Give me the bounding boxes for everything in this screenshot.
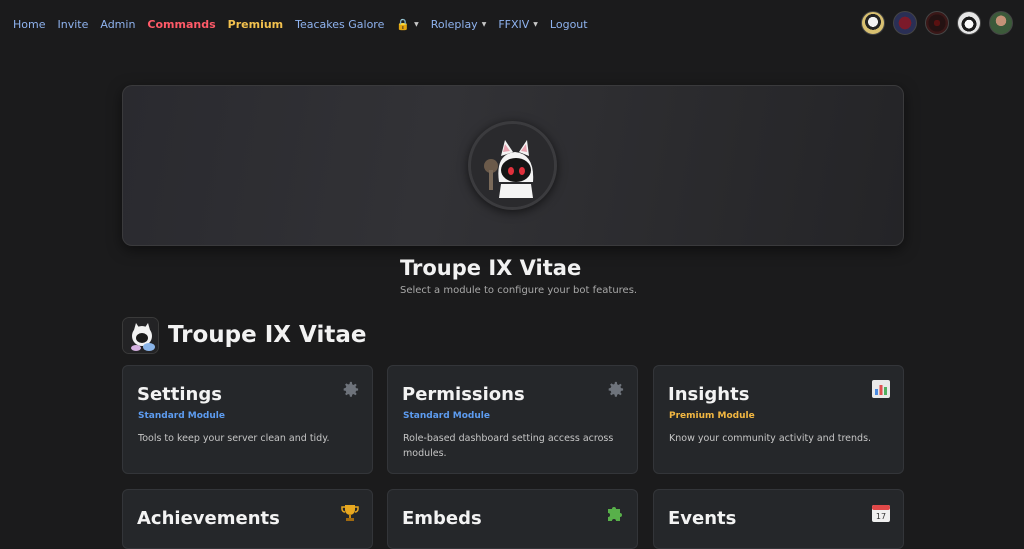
nav-lock-dropdown[interactable]: 🔒 ▼ (396, 18, 418, 31)
puzzle-icon (605, 503, 625, 523)
module-tier: Premium Module (669, 411, 755, 421)
nav-teacakes-link[interactable]: Teacakes Galore (295, 18, 384, 31)
server-avatar[interactable] (957, 11, 981, 35)
module-title: Embeds (402, 508, 482, 529)
calendar-icon: 17 (871, 503, 891, 523)
module-title: Insights (668, 384, 750, 405)
module-title: Permissions (402, 384, 525, 405)
nav-invite-link[interactable]: Invite (57, 18, 88, 31)
module-tier: Standard Module (138, 411, 225, 421)
nav-commands-link[interactable]: Commands (147, 18, 215, 31)
chevron-down-icon: ▼ (481, 20, 487, 28)
page-title: Troupe IX Vitae (400, 256, 582, 280)
module-title: Events (668, 508, 737, 529)
server-icon (122, 317, 159, 354)
module-description: Know your community activity and trends. (669, 433, 872, 444)
gear-icon (605, 379, 625, 399)
lock-icon: 🔒 (396, 17, 411, 31)
module-title: Achievements (137, 508, 280, 529)
page-subtitle: Select a module to configure your bot fe… (400, 285, 638, 296)
module-title: Settings (137, 384, 222, 405)
trophy-icon (340, 503, 360, 523)
module-card-permissions[interactable]: Permissions Standard Module Role-based d… (387, 365, 638, 474)
svg-text:17: 17 (876, 512, 886, 521)
nav-ffxiv-label: FFXIV (498, 17, 530, 31)
server-avatar[interactable] (893, 11, 917, 35)
top-nav: Home Invite Admin Commands Premium Teaca… (0, 0, 1024, 48)
user-avatar[interactable] (989, 11, 1013, 35)
server-logo (468, 121, 557, 210)
module-card-achievements[interactable]: Achievements (122, 489, 373, 549)
module-tier: Standard Module (403, 411, 490, 421)
bar-chart-icon (871, 379, 891, 399)
nav-home-link[interactable]: Home (13, 18, 45, 31)
server-avatar[interactable] (925, 11, 949, 35)
server-avatar[interactable] (861, 11, 885, 35)
nav-roleplay-label: Roleplay (430, 17, 478, 31)
nav-roleplay-dropdown[interactable]: Roleplay ▼ (431, 18, 487, 31)
module-card-events[interactable]: Events 17 (653, 489, 904, 549)
server-avatars (861, 11, 1013, 35)
module-description: Tools to keep your server clean and tidy… (138, 433, 330, 444)
module-card-settings[interactable]: Settings Standard Module Tools to keep y… (122, 365, 373, 474)
nav-logout-link[interactable]: Logout (550, 18, 588, 31)
chevron-down-icon: ▼ (533, 20, 538, 28)
chevron-down-icon: ▼ (414, 20, 419, 28)
gear-icon (340, 379, 360, 399)
nav-admin-link[interactable]: Admin (100, 18, 135, 31)
section-title: Troupe IX Vitae (168, 322, 367, 348)
module-card-embeds[interactable]: Embeds (387, 489, 638, 549)
module-description: Role-based dashboard setting access acro… (403, 433, 614, 459)
module-card-insights[interactable]: Insights Premium Module Know your commun… (653, 365, 904, 474)
nav-ffxiv-dropdown[interactable]: FFXIV ▼ (498, 18, 538, 31)
nav-premium-link[interactable]: Premium (228, 18, 283, 31)
nav-links: Home Invite Admin Commands Premium Teaca… (13, 18, 600, 31)
